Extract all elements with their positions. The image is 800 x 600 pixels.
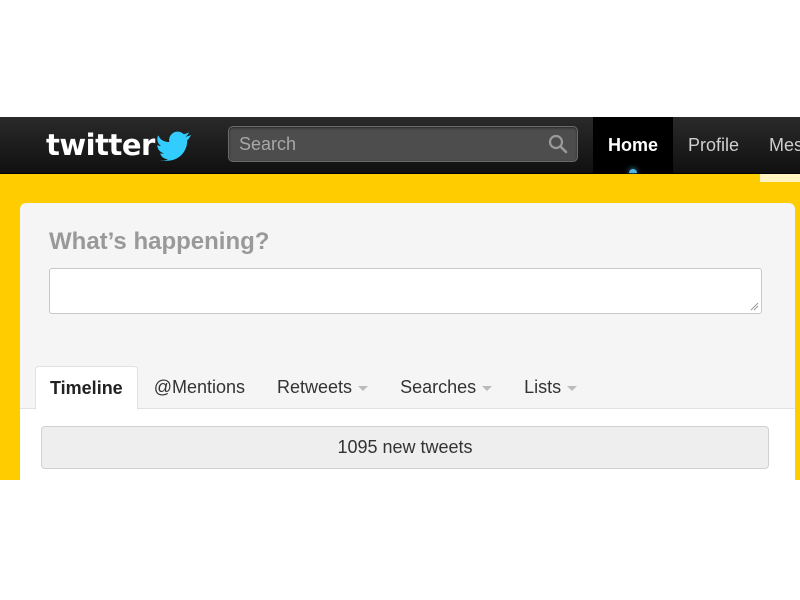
new-tweets-label: 1095 new tweets — [337, 437, 473, 457]
background-strip — [760, 174, 800, 182]
nav-messages-label: Mes — [769, 134, 800, 155]
logo-wordmark: twitter — [46, 128, 155, 162]
tab-retweets[interactable]: Retweets — [277, 366, 384, 408]
search-box[interactable] — [228, 126, 578, 162]
top-navigation-bar: twitter Home Profile Mes — [0, 117, 800, 174]
tab-mentions[interactable]: @Mentions — [154, 366, 261, 408]
tab-mentions-label: @Mentions — [153, 376, 246, 397]
twitter-bird-icon — [156, 131, 191, 161]
tab-timeline-label: Timeline — [50, 377, 123, 398]
screenshot-stage: twitter Home Profile Mes What’s happenin… — [0, 0, 800, 600]
nav-profile[interactable]: Profile — [673, 117, 754, 173]
nav-messages[interactable]: Mes — [754, 117, 800, 173]
page-bottom — [0, 481, 800, 600]
caret-down-icon — [567, 385, 578, 391]
composer-prompt: What’s happening? — [49, 228, 270, 255]
tab-lists[interactable]: Lists — [524, 366, 593, 408]
tweet-textarea[interactable] — [49, 268, 762, 314]
tab-searches-label: Searches — [400, 376, 477, 397]
new-tweets-button[interactable]: 1095 new tweets — [41, 426, 769, 469]
nav-home-label: Home — [608, 134, 659, 155]
nav-home[interactable]: Home — [593, 117, 674, 173]
search-icon[interactable] — [548, 134, 568, 154]
tab-searches[interactable]: Searches — [400, 366, 508, 408]
caret-down-icon — [358, 385, 369, 391]
resize-grip-icon[interactable] — [749, 301, 759, 311]
tab-retweets-label: Retweets — [277, 376, 353, 397]
main-nav: Home Profile Mes — [593, 117, 800, 173]
timeline-tabs: Timeline @Mentions Retweets Searches Lis… — [35, 366, 609, 410]
caret-down-icon — [482, 385, 493, 391]
search-input[interactable] — [229, 127, 539, 161]
tab-timeline[interactable]: Timeline — [35, 366, 138, 410]
tab-lists-label: Lists — [524, 376, 562, 397]
twitter-logo[interactable]: twitter — [46, 127, 193, 163]
nav-profile-label: Profile — [688, 134, 740, 155]
